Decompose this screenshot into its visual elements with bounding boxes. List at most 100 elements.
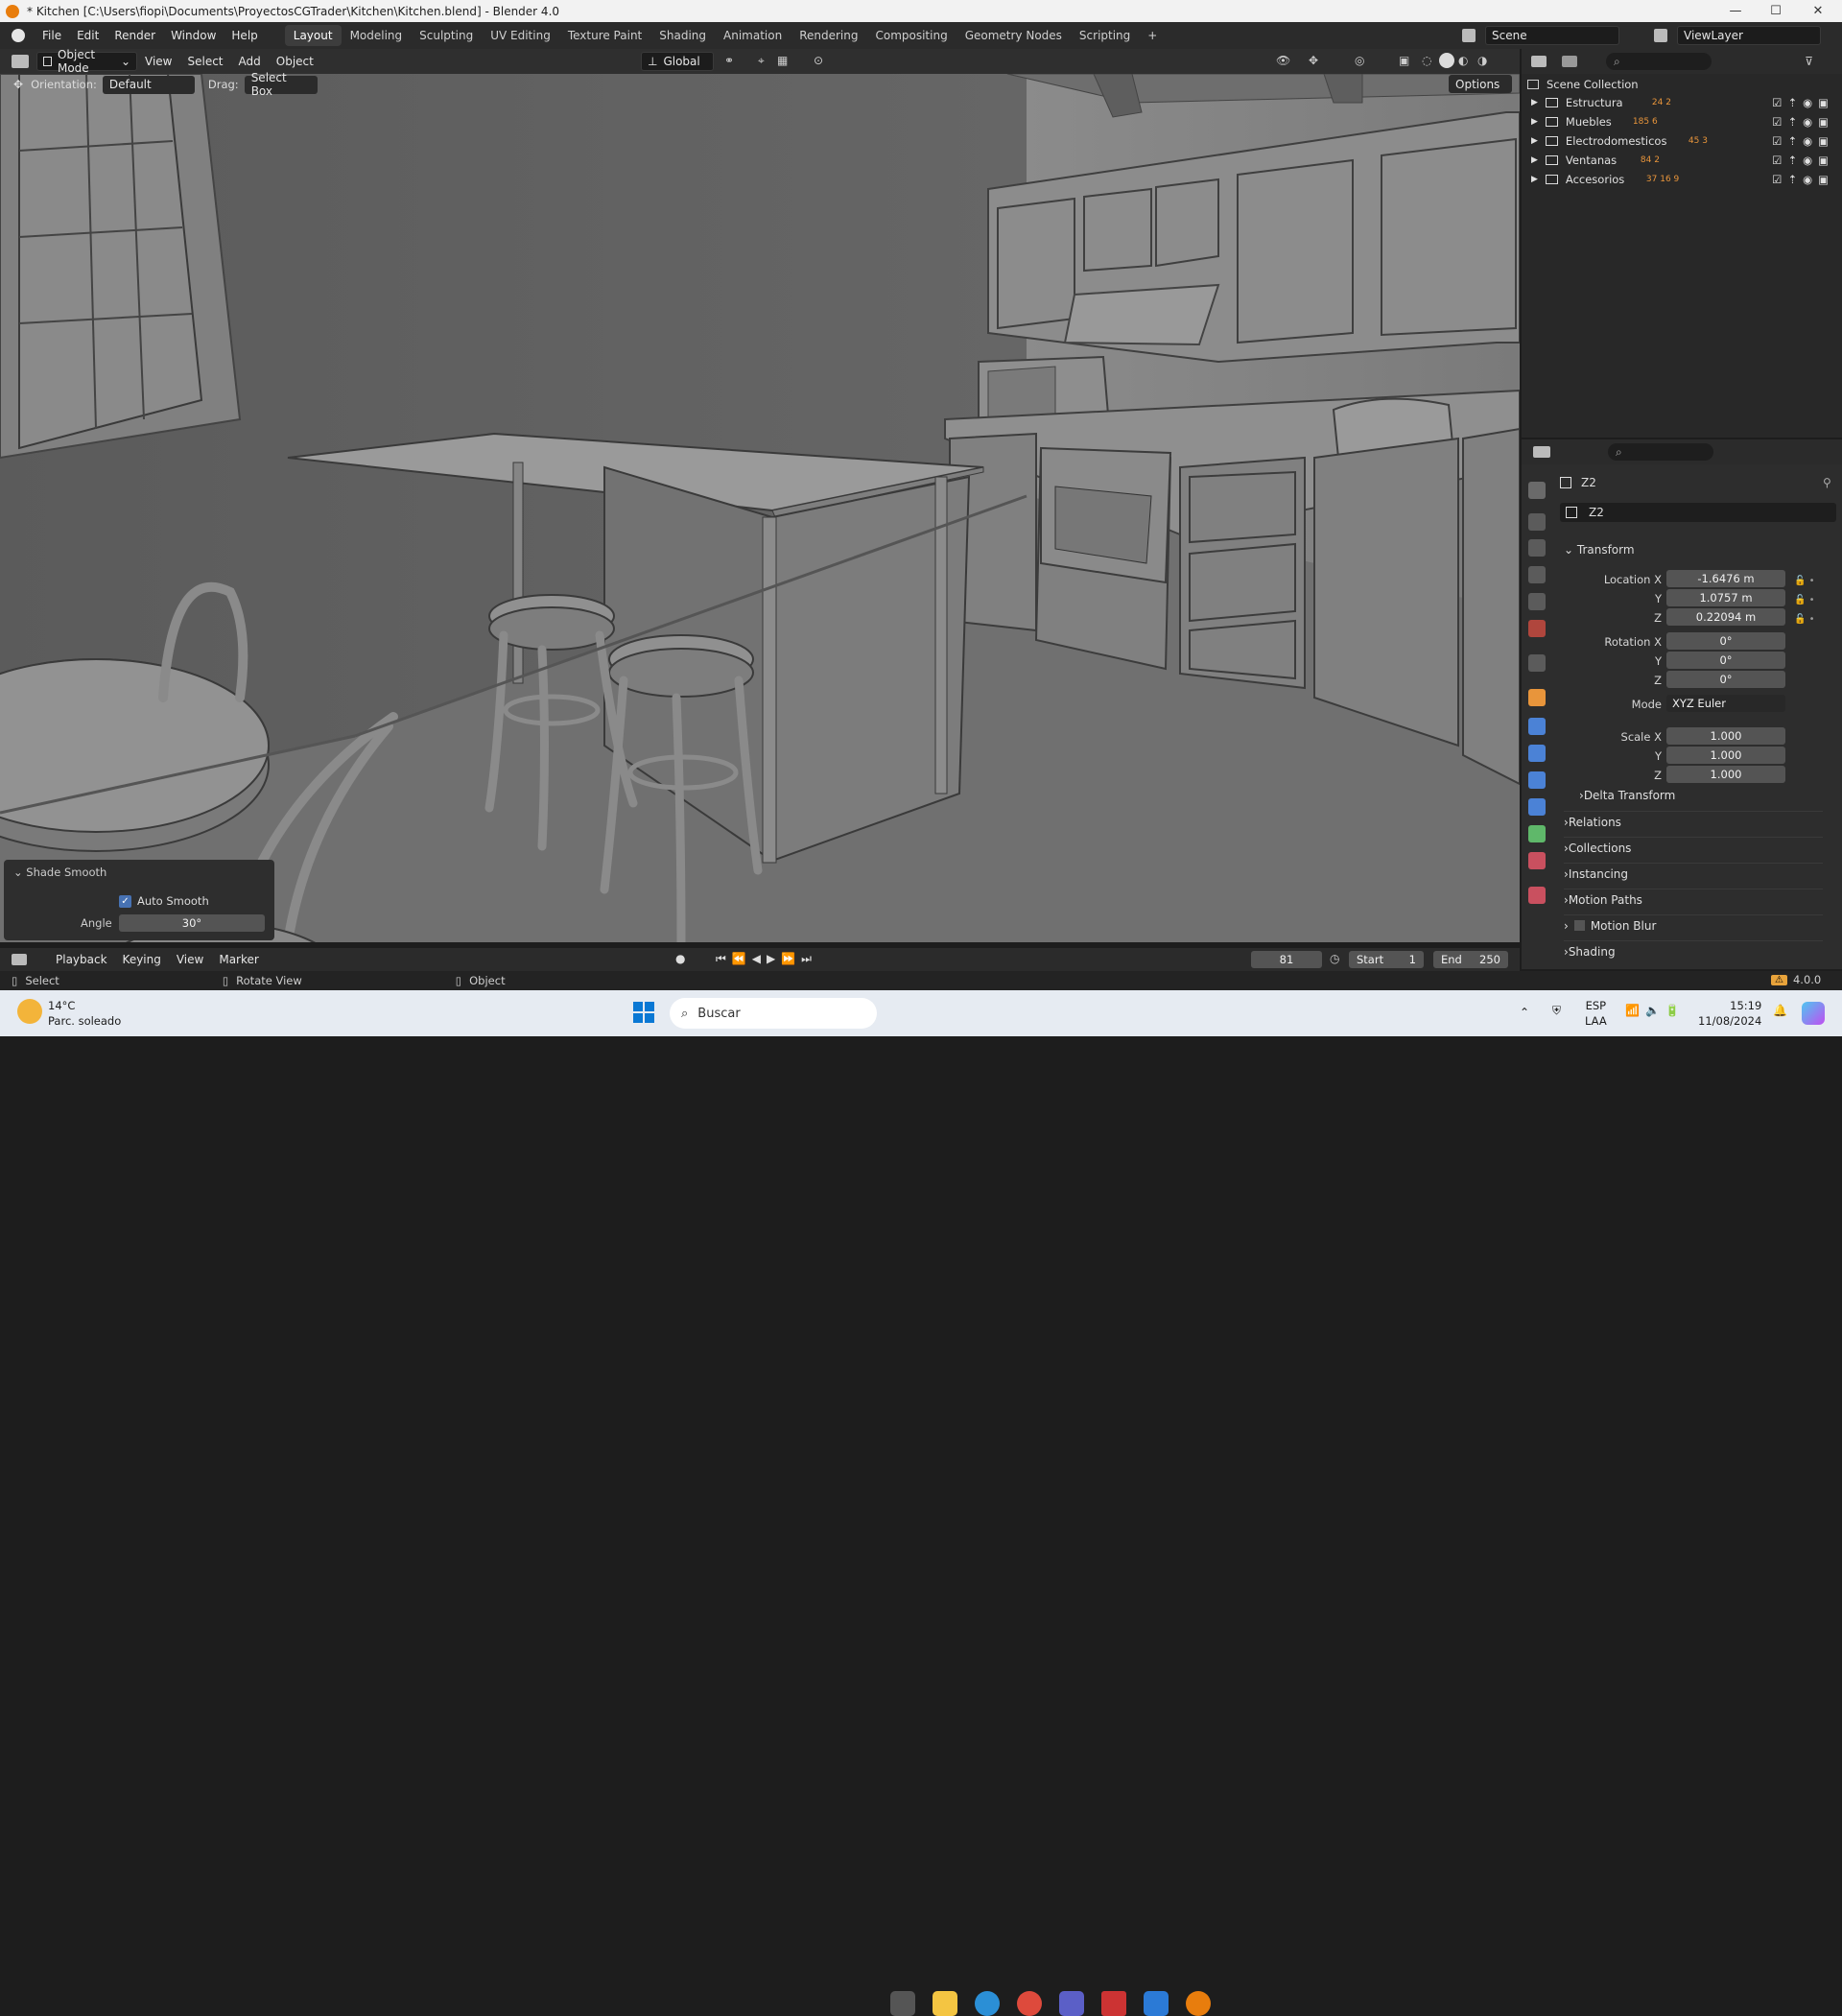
tab-texture-paint[interactable]: Texture Paint bbox=[559, 25, 650, 46]
rotation-mode-dropdown[interactable]: XYZ Euler bbox=[1666, 695, 1785, 712]
menu-window[interactable]: Window bbox=[163, 25, 224, 46]
drag-dropdown[interactable]: Select Box bbox=[244, 71, 318, 98]
tab-animation[interactable]: Animation bbox=[715, 25, 791, 46]
motion-blur-panel[interactable]: › Motion Blur bbox=[1564, 914, 1823, 936]
menu-add[interactable]: Add bbox=[231, 51, 269, 72]
orientation-dropdown[interactable]: Default bbox=[102, 75, 195, 94]
scene-collection-row[interactable]: Scene Collection bbox=[1522, 75, 1842, 94]
outliner-row-estructura[interactable]: ▶ Estructura 24 2 ☑⇡◉▣ bbox=[1522, 93, 1842, 112]
minimize-button[interactable]: — bbox=[1713, 0, 1758, 22]
shading-panel[interactable]: › Shading bbox=[1564, 940, 1823, 961]
blender-taskbar-icon[interactable] bbox=[1186, 1991, 1211, 2016]
menu-object[interactable]: Object bbox=[269, 51, 321, 72]
object-name-input[interactable]: Z2 bbox=[1589, 506, 1604, 519]
wireframe-shading-icon[interactable]: ◌ bbox=[1422, 54, 1431, 67]
overlay-icon[interactable]: ◎ bbox=[1355, 54, 1364, 67]
outliner-search-input[interactable]: ⌕ bbox=[1606, 53, 1712, 70]
tab-modeling[interactable]: Modeling bbox=[342, 25, 412, 46]
move-tool-icon[interactable]: ✥ bbox=[13, 78, 23, 91]
transform-panel-header[interactable]: ⌄ Transform bbox=[1564, 543, 1635, 557]
checkbox-icon[interactable] bbox=[1573, 920, 1585, 931]
pivot-point-icon[interactable]: ⚭ bbox=[724, 54, 734, 67]
taskbar-search-input[interactable]: ⌕ Buscar bbox=[670, 998, 877, 1029]
snap-target-icon[interactable]: ▦ bbox=[777, 54, 788, 67]
outliner-editor-icon[interactable] bbox=[1531, 56, 1547, 67]
outliner-row-electrodomesticos[interactable]: ▶ Electrodomesticos 45 3 ☑⇡◉▣ bbox=[1522, 131, 1842, 151]
menu-playback[interactable]: Playback bbox=[48, 949, 115, 970]
edge-icon[interactable] bbox=[975, 1991, 1000, 2016]
notepad-icon[interactable] bbox=[1144, 1991, 1169, 2016]
collections-panel[interactable]: › Collections bbox=[1564, 837, 1823, 858]
copilot-icon[interactable] bbox=[1802, 1002, 1825, 1025]
rendered-shading-icon[interactable]: ◑ bbox=[1477, 54, 1487, 67]
maximize-button[interactable]: ☐ bbox=[1754, 0, 1798, 22]
display-mode-icon[interactable] bbox=[1562, 56, 1577, 67]
scene-icon[interactable] bbox=[1462, 29, 1476, 42]
material-tab-icon[interactable] bbox=[1528, 852, 1546, 869]
physics-tab-icon[interactable] bbox=[1528, 771, 1546, 789]
expand-arrow-icon[interactable]: ▶ bbox=[1531, 136, 1538, 146]
tab-uv-editing[interactable]: UV Editing bbox=[482, 25, 559, 46]
auto-smooth-checkbox[interactable]: ✓ Auto Smooth bbox=[119, 894, 209, 908]
location-x-field[interactable]: -1.6476 m bbox=[1666, 570, 1785, 587]
pin-icon[interactable]: ⚲ bbox=[1823, 476, 1831, 489]
tab-geometry-nodes[interactable]: Geometry Nodes bbox=[956, 25, 1071, 46]
data-tab-icon[interactable] bbox=[1528, 825, 1546, 842]
3d-viewport[interactable] bbox=[0, 74, 1520, 942]
warning-icon[interactable]: ⚠ bbox=[1771, 974, 1787, 985]
options-dropdown[interactable]: Options bbox=[1449, 75, 1512, 93]
output-tab-icon[interactable] bbox=[1528, 539, 1546, 557]
menu-timeline-view[interactable]: View bbox=[169, 949, 211, 970]
texture-tab-icon[interactable] bbox=[1528, 887, 1546, 904]
snap-icon[interactable]: ⌖ bbox=[758, 54, 765, 68]
chrome-icon[interactable] bbox=[1017, 1991, 1042, 2016]
menu-marker[interactable]: Marker bbox=[211, 949, 266, 970]
current-frame-field[interactable]: 81 bbox=[1251, 951, 1322, 968]
weather-icon[interactable] bbox=[17, 999, 42, 1024]
clock-icon[interactable]: ◷ bbox=[1330, 952, 1339, 965]
tab-scripting[interactable]: Scripting bbox=[1071, 25, 1139, 46]
outliner-row-ventanas[interactable]: ▶ Ventanas 84 2 ☑⇡◉▣ bbox=[1522, 151, 1842, 170]
visibility-toggles-icon[interactable]: ☑⇡◉▣ bbox=[1772, 154, 1834, 167]
transform-orientation-dropdown[interactable]: ⊥ Global bbox=[641, 52, 714, 71]
view-layer-tab-icon[interactable] bbox=[1528, 566, 1546, 583]
outliner-row-accesorios[interactable]: ▶ Accesorios 37 16 9 ☑⇡◉▣ bbox=[1522, 170, 1842, 189]
relations-panel[interactable]: › Relations bbox=[1564, 811, 1823, 832]
expand-arrow-icon[interactable]: ▶ bbox=[1531, 175, 1538, 184]
windows-start-icon[interactable] bbox=[633, 1002, 654, 1023]
tab-compositing[interactable]: Compositing bbox=[866, 25, 956, 46]
teams-icon[interactable] bbox=[1059, 1991, 1084, 2016]
visibility-toggles-icon[interactable]: ☑⇡◉▣ bbox=[1772, 115, 1834, 129]
expand-arrow-icon[interactable]: ▶ bbox=[1531, 117, 1538, 127]
gizmo-icon[interactable]: ✥ bbox=[1309, 54, 1318, 67]
file-explorer-icon[interactable] bbox=[933, 1991, 957, 2016]
solid-shading-icon[interactable] bbox=[1439, 53, 1454, 68]
chevron-up-icon[interactable]: ⌃ bbox=[1520, 1006, 1529, 1019]
collection-tab-icon[interactable] bbox=[1528, 654, 1546, 672]
modifier-tab-icon[interactable] bbox=[1528, 718, 1546, 735]
scale-y-field[interactable]: 1.000 bbox=[1666, 747, 1785, 764]
motion-paths-panel[interactable]: › Motion Paths bbox=[1564, 889, 1823, 910]
scale-x-field[interactable]: 1.000 bbox=[1666, 727, 1785, 745]
tab-shading[interactable]: Shading bbox=[650, 25, 715, 46]
scene-selector[interactable]: Scene bbox=[1485, 26, 1619, 45]
xray-icon[interactable]: ▣ bbox=[1399, 54, 1409, 67]
menu-view[interactable]: View bbox=[137, 51, 179, 72]
visibility-toggles-icon[interactable]: ☑⇡◉▣ bbox=[1772, 96, 1834, 109]
view-layer-icon[interactable] bbox=[1654, 29, 1667, 42]
blender-menu-icon[interactable] bbox=[12, 29, 25, 42]
end-frame-field[interactable]: End 250 bbox=[1433, 951, 1508, 968]
visibility-icon[interactable]: 👁 bbox=[1276, 54, 1290, 67]
expand-arrow-icon[interactable]: ▶ bbox=[1531, 155, 1538, 165]
menu-edit[interactable]: Edit bbox=[69, 25, 106, 46]
scale-z-field[interactable]: 1.000 bbox=[1666, 766, 1785, 783]
object-tab-icon[interactable] bbox=[1528, 689, 1546, 706]
constraints-tab-icon[interactable] bbox=[1528, 798, 1546, 816]
delta-transform-panel[interactable]: › Delta Transform bbox=[1579, 785, 1838, 806]
start-frame-field[interactable]: Start 1 bbox=[1349, 951, 1424, 968]
rotation-x-field[interactable]: 0° bbox=[1666, 632, 1785, 650]
security-icon[interactable]: ⛨ bbox=[1552, 1004, 1561, 1018]
object-mode-dropdown[interactable]: Object Mode ⌄ bbox=[36, 48, 137, 75]
expand-arrow-icon[interactable]: ▶ bbox=[1531, 98, 1538, 107]
menu-select[interactable]: Select bbox=[179, 51, 230, 72]
